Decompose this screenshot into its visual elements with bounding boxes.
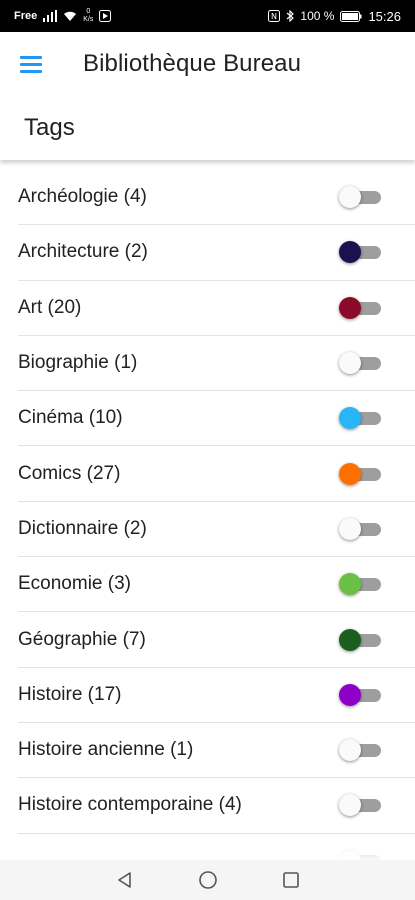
menu-line: [20, 55, 42, 59]
back-triangle-icon[interactable]: [116, 871, 134, 889]
tag-label: Géographie (7): [18, 628, 146, 650]
tag-toggle[interactable]: [339, 738, 383, 762]
tag-toggle[interactable]: [339, 185, 383, 209]
section-title: Tags: [24, 114, 75, 141]
toggle-thumb: [339, 683, 361, 706]
toggle-thumb: [339, 628, 361, 651]
menu-line: [20, 62, 42, 66]
tag-toggle[interactable]: [339, 683, 383, 707]
tag-label: Dictionnaire (2): [18, 517, 147, 539]
tag-label: Histoire (17): [18, 683, 122, 705]
menu-line: [20, 69, 42, 73]
tag-row-biographie[interactable]: Biographie (1): [18, 336, 415, 392]
tag-toggle[interactable]: [339, 240, 383, 264]
tag-label: Histoire ancienne (1): [18, 739, 194, 761]
tag-row-dictionnaire[interactable]: Dictionnaire (2): [18, 502, 415, 558]
tag-row-architecture[interactable]: Architecture (2): [18, 225, 415, 281]
battery-percent: 100 %: [300, 9, 335, 23]
tag-toggle[interactable]: [339, 628, 383, 652]
toggle-thumb: [339, 352, 361, 375]
tag-toggle[interactable]: [339, 351, 383, 375]
network-speed: 0 K/s: [83, 8, 93, 24]
wifi-icon: [63, 10, 77, 22]
clock: 15:26: [368, 8, 401, 24]
tag-row-archeologie[interactable]: Archéologie (4): [18, 170, 415, 226]
tag-toggle[interactable]: [339, 517, 383, 541]
tag-label: Cinéma (10): [18, 407, 123, 429]
tag-label: Architecture (2): [18, 241, 148, 263]
tag-list[interactable]: Archéologie (4) Architecture (2) Art (20…: [0, 170, 415, 860]
toggle-thumb: [339, 517, 361, 540]
tag-label: Archéologie (4): [18, 186, 147, 208]
network-speed-unit: K/s: [83, 16, 94, 23]
tag-label: Art (20): [18, 296, 82, 318]
battery-icon: [340, 10, 362, 22]
media-icon: [99, 10, 112, 22]
tag-label: Histoire contemporaine (4): [18, 794, 242, 816]
tag-row-cinema[interactable]: Cinéma (10): [18, 391, 415, 447]
tag-label: Comics (27): [18, 462, 121, 484]
tag-row-histoire[interactable]: Histoire (17): [18, 668, 415, 723]
hamburger-menu-icon[interactable]: [20, 50, 48, 78]
nfc-icon: N: [268, 10, 281, 22]
tag-toggle[interactable]: [339, 462, 383, 486]
toggle-thumb: [339, 573, 361, 596]
signal-icon: [43, 10, 58, 22]
tag-row-economie[interactable]: Economie (3): [18, 557, 415, 613]
toggle-thumb: [339, 739, 361, 762]
tag-toggle[interactable]: [339, 793, 383, 817]
toggle-thumb: [339, 241, 361, 264]
toggle-thumb: [339, 186, 361, 209]
tag-label: Economie (3): [18, 573, 131, 595]
home-circle-icon[interactable]: [198, 870, 218, 890]
list-fade-overlay: [0, 835, 415, 860]
svg-text:N: N: [271, 12, 277, 21]
tag-toggle[interactable]: [339, 572, 383, 596]
toggle-thumb: [339, 794, 361, 817]
status-left: Free 0 K/s: [14, 8, 112, 24]
app-title: Bibliothèque Bureau: [83, 50, 302, 77]
tag-row-art[interactable]: Art (20): [18, 281, 415, 336]
tag-row-comics[interactable]: Comics (27): [18, 446, 415, 502]
status-right: N 100 % 15:26: [268, 9, 401, 24]
recents-square-icon[interactable]: [282, 871, 300, 889]
toggle-thumb: [339, 296, 361, 319]
toggle-thumb: [339, 407, 361, 430]
section-header: Tags: [0, 96, 415, 160]
app-bar: Bibliothèque Bureau: [0, 32, 415, 96]
tag-label: Biographie (1): [18, 352, 138, 374]
tag-toggle[interactable]: [339, 296, 383, 320]
status-bar: Free 0 K/s N 100 % 15:26: [0, 0, 415, 32]
carrier-label: Free: [14, 10, 38, 22]
bluetooth-icon: [286, 10, 295, 22]
network-speed-value: 0: [86, 8, 91, 15]
tag-row-histoire-ancienne[interactable]: Histoire ancienne (1): [18, 723, 415, 779]
toggle-thumb: [339, 462, 361, 485]
tag-row-histoire-contemporaine[interactable]: Histoire contemporaine (4): [18, 778, 415, 834]
tag-toggle[interactable]: [339, 406, 383, 430]
system-nav-bar: [0, 860, 415, 900]
tag-row-geographie[interactable]: Géographie (7): [18, 612, 415, 668]
